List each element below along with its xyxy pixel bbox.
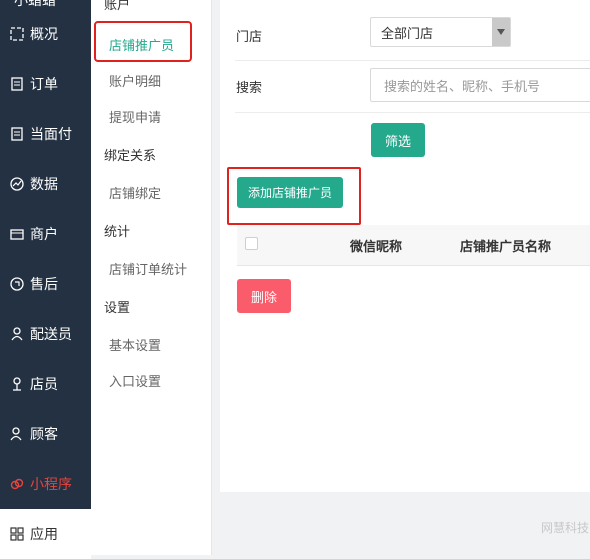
search-input-placeholder: 搜索的姓名、昵称、手机号 xyxy=(384,80,541,95)
clerk-icon xyxy=(10,377,24,391)
nav-item-face-pay[interactable]: 当面付 xyxy=(0,109,91,159)
sub-sidebar: 账户 店铺推广员 账户明细 提现申请 绑定关系 店铺绑定 统计 店铺订单统计 设… xyxy=(91,0,212,555)
customer-icon xyxy=(10,427,24,441)
submenu-item-account-details[interactable]: 账户明细 xyxy=(109,71,161,90)
nav-item-clerk[interactable]: 店员 xyxy=(0,359,91,409)
store-select[interactable]: 全部门店 xyxy=(370,17,511,47)
nav-item-label: 售后 xyxy=(30,277,58,293)
nav-item-data[interactable]: 数据 xyxy=(0,159,91,209)
filter-button[interactable]: 筛选 xyxy=(371,123,425,157)
search-label: 搜索 xyxy=(236,81,263,96)
store-filter-label: 门店 xyxy=(236,30,263,45)
submenu-item-basic-settings[interactable]: 基本设置 xyxy=(109,335,161,354)
nav-item-label: 订单 xyxy=(30,77,58,93)
submenu-group-stats: 统计 xyxy=(104,225,131,240)
miniprogram-icon xyxy=(10,477,24,491)
nav-item-label: 顾客 xyxy=(30,427,58,443)
submenu-group-settings: 设置 xyxy=(104,301,131,316)
nav-item-label: 商户 xyxy=(30,227,58,243)
select-all-checkbox[interactable] xyxy=(245,237,258,250)
nav-item-customer[interactable]: 顾客 xyxy=(0,409,91,459)
aftersale-icon xyxy=(10,277,24,291)
nav-item-label: 店员 xyxy=(30,377,58,393)
apps-icon xyxy=(10,527,24,541)
submenu-group-account: 账户 xyxy=(104,0,131,13)
nav-item-after-sale[interactable]: 售后 xyxy=(0,259,91,309)
person-icon xyxy=(10,327,24,341)
main-sidebar: 小蜡蜡 概况 订单 当面付 数据 商户 售后 配送员 店员 顾客 小程序 应用 xyxy=(0,0,91,559)
column-header-promoter-name: 店铺推广员名称 xyxy=(460,240,552,255)
submenu-group-bind: 绑定关系 xyxy=(104,149,157,164)
store-icon xyxy=(10,227,24,241)
order-icon xyxy=(10,77,24,91)
submenu-item-entry-settings[interactable]: 入口设置 xyxy=(109,371,161,390)
add-promoter-button[interactable]: 添加店铺推广员 xyxy=(237,177,343,208)
chevron-down-icon xyxy=(492,18,510,46)
nav-item-orders[interactable]: 订单 xyxy=(0,59,91,109)
submenu-item-store-bind[interactable]: 店铺绑定 xyxy=(109,183,161,202)
store-select-value: 全部门店 xyxy=(381,27,434,42)
divider xyxy=(235,60,590,61)
nav-item-apps[interactable]: 应用 xyxy=(0,509,91,559)
divider xyxy=(235,112,590,113)
overview-icon xyxy=(10,27,24,41)
nav-item-label: 当面付 xyxy=(30,127,72,143)
nav-item-merchant[interactable]: 商户 xyxy=(0,209,91,259)
chart-icon xyxy=(10,177,24,191)
nav-item-overview[interactable]: 概况 xyxy=(0,9,91,59)
search-input[interactable]: 搜索的姓名、昵称、手机号 xyxy=(370,68,590,102)
nav-item-label: 配送员 xyxy=(30,327,72,343)
nav-item-label: 小程序 xyxy=(30,477,72,493)
submenu-item-order-stats[interactable]: 店铺订单统计 xyxy=(109,259,187,278)
delete-button[interactable]: 删除 xyxy=(237,279,291,313)
column-header-wechat-nickname: 微信昵称 xyxy=(350,240,403,255)
nav-item-courier[interactable]: 配送员 xyxy=(0,309,91,359)
nav-item-label: 应用 xyxy=(30,527,58,543)
nav-item-label: 概况 xyxy=(30,27,58,43)
nav-item-label: 数据 xyxy=(30,177,58,193)
footer-watermark: 网慧科技 xyxy=(541,521,590,535)
submenu-item-withdraw[interactable]: 提现申请 xyxy=(109,107,161,126)
submenu-highlight-box xyxy=(94,21,192,62)
pay-icon xyxy=(10,127,24,141)
nav-item-miniprogram[interactable]: 小程序 xyxy=(0,459,91,509)
